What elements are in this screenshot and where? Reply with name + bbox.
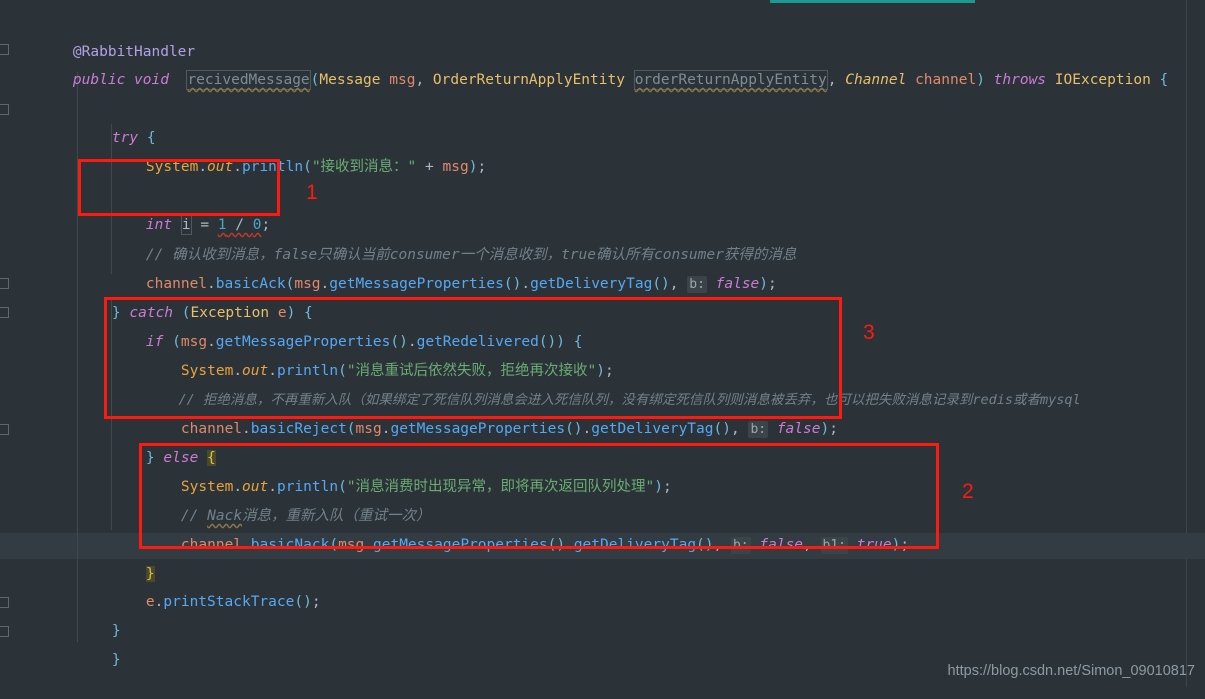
fold-marker-else[interactable] [0,424,9,435]
exception-variable: e [145,594,155,610]
code-line-comment-reject: // 拒绝消息，不再重新入队（如果绑定了死信队列消息会进入死信队列，没有绑定死信… [146,361,1081,408]
fold-marker-if[interactable] [0,307,9,318]
code-line-basic-reject[interactable]: channel.basicReject(msg.getMessageProper… [146,390,838,438]
code-line-comment-nack: // Nack消息，重新入队（重试一次） [146,477,431,524]
get-message-properties-method: getMessageProperties [329,276,504,292]
code-line-close-method[interactable]: } [77,621,121,668]
msg-variable: msg [355,421,382,437]
param-name-msg: msg [389,72,416,88]
get-message-properties-method: getMessageProperties [373,537,548,553]
code-line-method-signature[interactable]: public void recivedMessage(Message msg, … [38,41,1168,90]
param-hint-b: b: [687,276,707,293]
msg-variable: msg [442,159,469,175]
code-line-if-redelivered[interactable]: if (msg.getMessageProperties().getRedeli… [111,303,583,350]
print-stack-trace-method: printStackTrace [163,594,295,610]
basic-nack-method: basicNack [250,537,330,553]
get-delivery-tag-method: getDeliveryTag [530,276,653,292]
watermark: https://blog.csdn.net/Simon_09010817 [947,663,1195,679]
string-received-message: "接收到消息：" [311,159,417,175]
right-margin-guide [1186,0,1187,687]
method-name-recived-message[interactable]: recivedMessage [186,70,311,90]
code-line-divide-by-zero[interactable]: int i = 1 / 0; [111,186,270,235]
void-keyword: void [134,72,169,88]
param-type-channel: Channel [845,72,907,88]
literal-false: false [759,537,804,553]
println-method: println [241,159,304,175]
close-method-brace: } [111,652,121,668]
msg-variable: msg [338,537,365,553]
code-line-try[interactable]: try { [77,99,156,146]
code-line-basic-ack[interactable]: channel.basicAck(msg.getMessagePropertie… [111,245,777,293]
code-line-annotation[interactable]: @RabbitHandler [38,13,195,60]
param-hint-b1: b1: [820,537,848,554]
out-field: out [207,159,234,175]
param-type-order-return-apply-entity: OrderReturnApplyEntity [432,72,625,88]
code-line-println-nack[interactable]: System.out.println("消息消费时出现异常，即将再次返回队列处理… [146,448,672,495]
param-name-channel: channel [915,72,977,88]
code-line-println-received[interactable]: System.out.println("接收到消息：" + msg); [111,128,486,175]
throws-keyword: throws [993,72,1047,88]
get-delivery-tag-method: getDeliveryTag [573,537,697,553]
annotation-label-3: 3 [863,321,875,344]
param-type-message: Message [319,72,381,88]
fold-marker-close-method[interactable] [0,626,9,637]
public-keyword: public [72,72,126,88]
inspection-progress-bar [770,0,975,3]
code-line-close-catch[interactable]: } [77,592,121,639]
param-name-order-return-apply-entity[interactable]: orderReturnApplyEntity [633,70,828,90]
code-line-println-reject[interactable]: System.out.println("消息重试后依然失败，拒绝再次接收"); [146,332,614,379]
basic-reject-method: basicReject [250,421,347,437]
fold-marker-method[interactable] [0,44,9,55]
param-hint-b: b: [748,421,769,438]
code-line-print-stack-trace[interactable]: e.printStackTrace(); [111,563,321,610]
literal-false: false [776,421,821,437]
fold-marker-catch[interactable] [0,278,9,289]
literal-true: true [856,537,892,553]
code-line-comment-ack: // 确认收到消息，false只确认当前consumer一个消息收到，true确… [111,216,796,263]
system-identifier: System [145,159,199,175]
fold-marker-try[interactable] [0,104,9,115]
fold-marker-close-catch[interactable] [0,597,9,608]
channel-variable: channel [180,537,243,553]
code-editor[interactable]: @RabbitHandler public void recivedMessag… [0,0,1205,687]
throws-type-ioexception: IOException [1054,72,1151,88]
get-message-properties-method: getMessageProperties [390,421,566,437]
annotation-label-1: 1 [306,181,318,204]
code-line-basic-nack[interactable]: channel.basicNack(msg.getMessageProperti… [146,506,909,554]
code-line-catch[interactable]: } catch (Exception e) { [77,274,313,321]
code-line-close-else[interactable]: } [111,535,155,582]
code-line-else[interactable]: } else { [111,419,216,466]
get-delivery-tag-method: getDeliveryTag [591,421,714,437]
param-hint-b: b: [730,537,751,554]
annotation-label-2: 2 [962,480,974,503]
literal-false: false [715,276,760,292]
